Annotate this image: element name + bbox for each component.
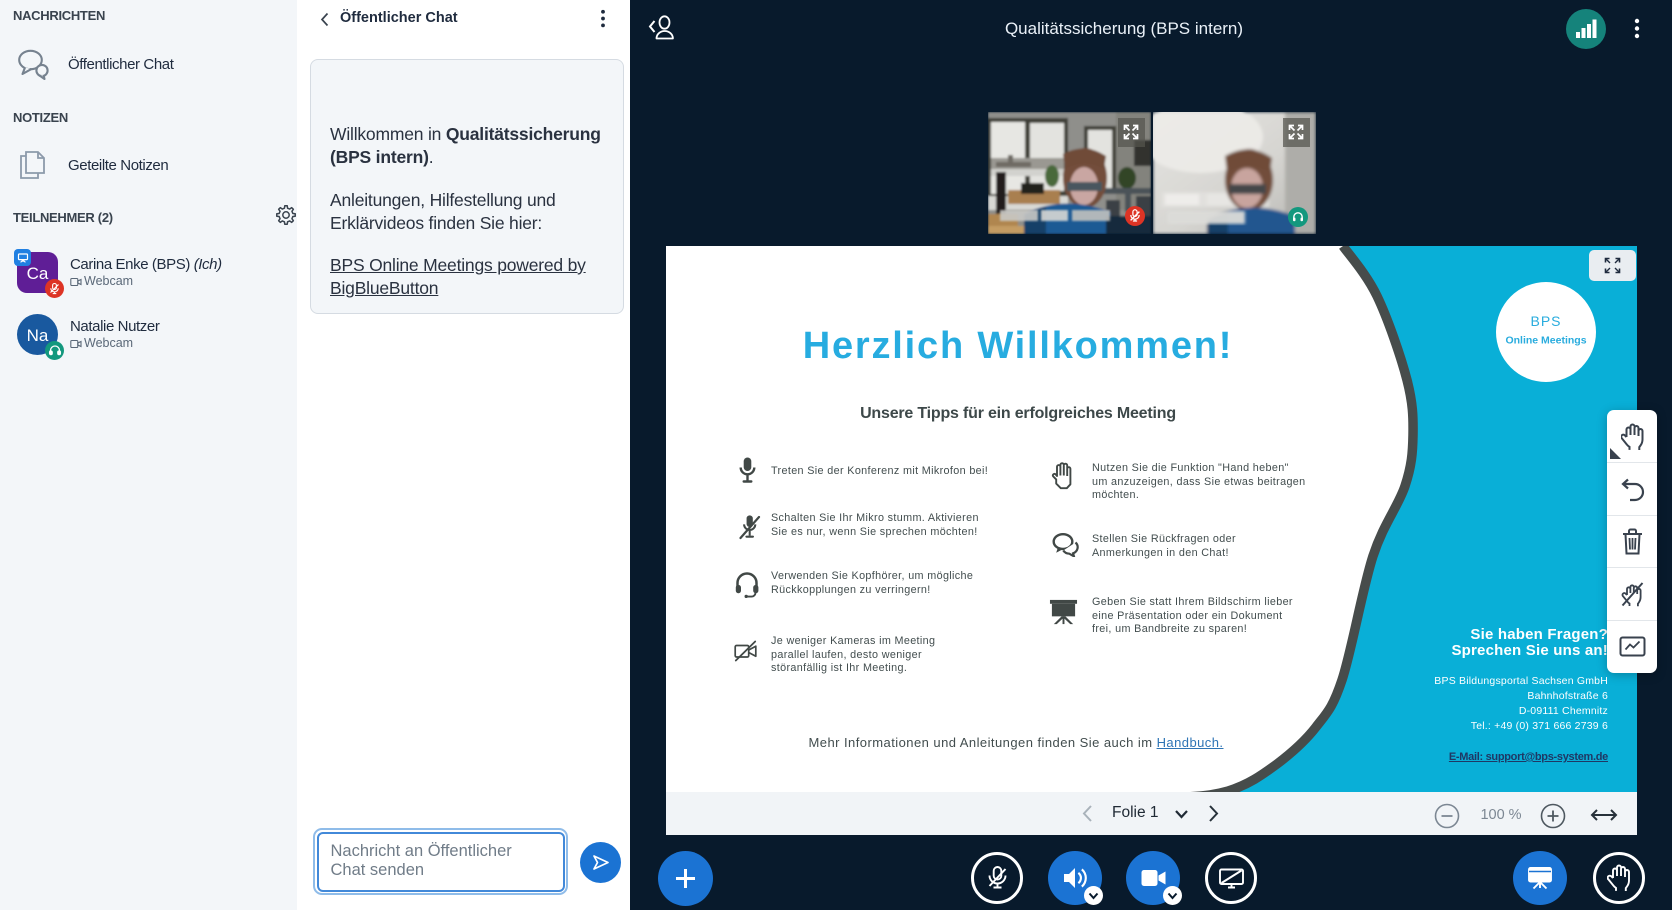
svg-text:Online Meetings: Online Meetings <box>1505 335 1586 347</box>
svg-text:BPS: BPS <box>1530 313 1561 329</box>
